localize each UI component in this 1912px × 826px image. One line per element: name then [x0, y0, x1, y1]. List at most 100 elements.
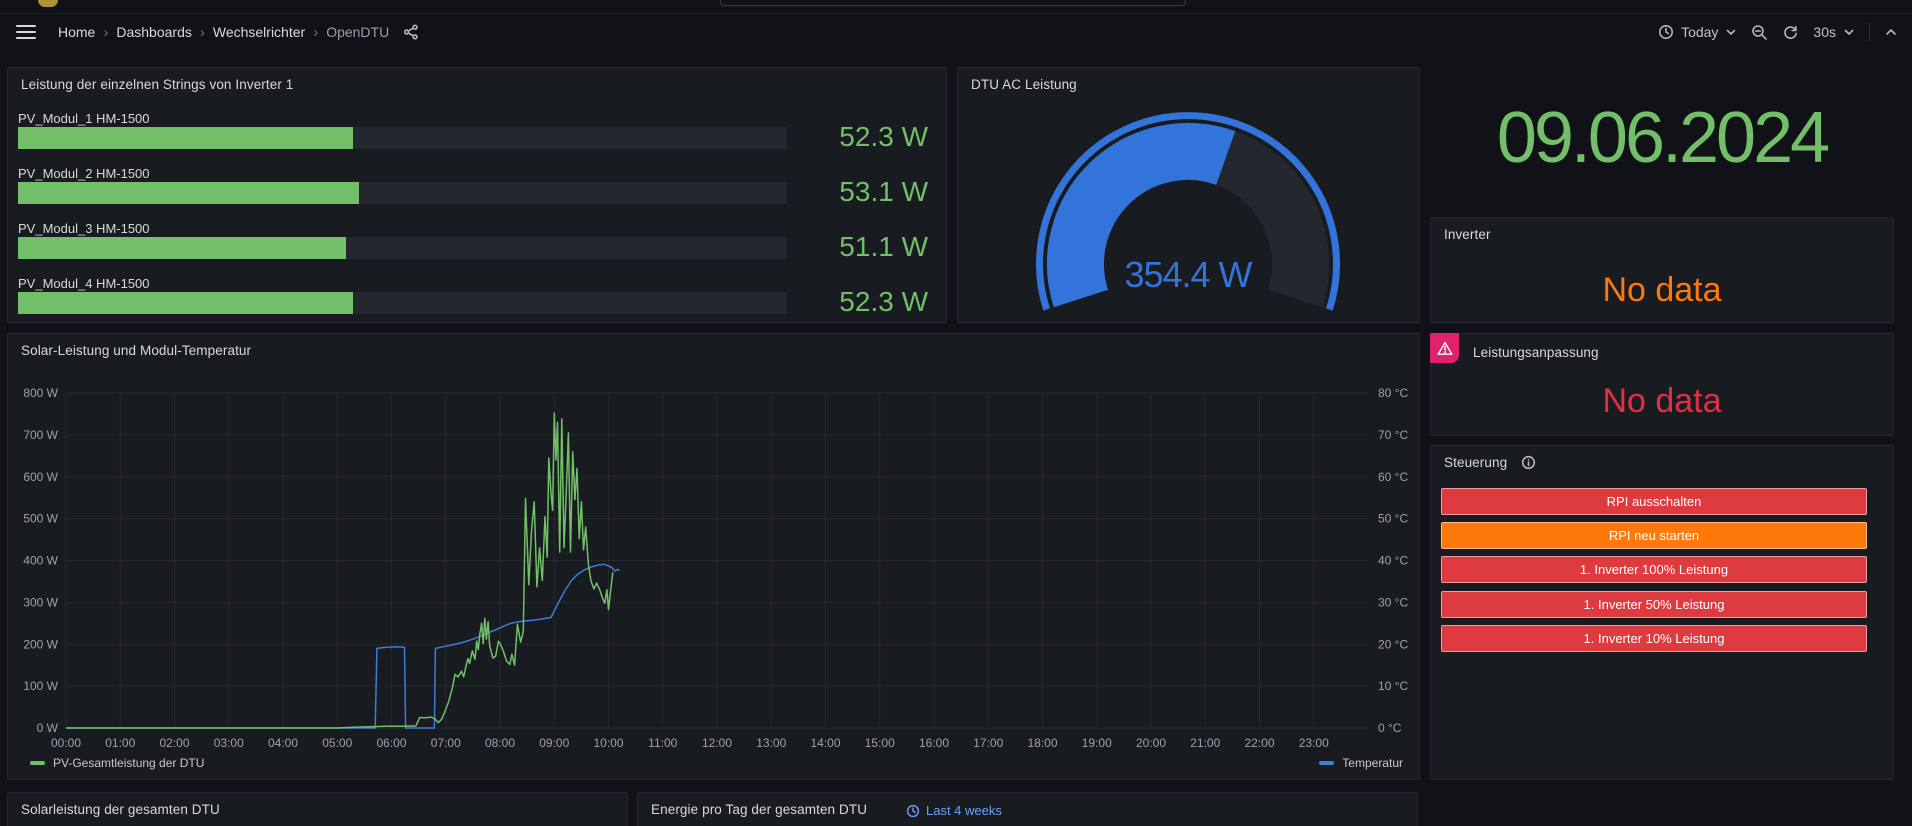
control-button-1[interactable]: RPI ausschalten: [1441, 488, 1867, 515]
time-series-chart: 0 W0 °C100 W10 °C200 W20 °C300 W30 °C400…: [8, 334, 1419, 779]
header-controls: Today 30s: [1658, 23, 1898, 41]
zoom-out-icon[interactable]: [1751, 24, 1768, 41]
breadcrumb-item-wechselrichter[interactable]: Wechselrichter: [213, 24, 305, 40]
svg-text:13:00: 13:00: [756, 736, 786, 750]
chevron-down-icon: [1725, 26, 1737, 38]
info-icon[interactable]: [1521, 455, 1536, 470]
panel-title[interactable]: Leistungsanpassung: [1473, 345, 1599, 360]
svg-text:500 W: 500 W: [23, 512, 58, 526]
grafana-dashboard: Home›Dashboards›Wechselrichter›OpenDTU T…: [0, 0, 1912, 826]
svg-text:11:00: 11:00: [648, 736, 677, 750]
control-button-4[interactable]: 1. Inverter 50% Leistung: [1441, 591, 1867, 618]
bar-gauge-label: PV_Modul_2 HM-1500: [18, 165, 946, 182]
svg-text:40 °C: 40 °C: [1378, 554, 1408, 568]
svg-text:70 °C: 70 °C: [1378, 428, 1408, 442]
bar-gauge-value: 52.3 W: [839, 120, 928, 154]
svg-text:14:00: 14:00: [810, 736, 840, 750]
panel-title[interactable]: Inverter: [1444, 227, 1491, 242]
svg-text:19:00: 19:00: [1082, 736, 1112, 750]
gauge-value: 354.4 W: [1124, 254, 1252, 295]
refresh-interval-picker[interactable]: 30s: [1813, 24, 1855, 40]
legend-label: Temperatur: [1342, 756, 1403, 770]
no-data-text: No data: [1431, 382, 1893, 421]
svg-text:100 W: 100 W: [23, 679, 58, 693]
panel-strings-leistung: Leistung der einzelnen Strings von Inver…: [7, 67, 947, 323]
bar-gauge-value: 53.1 W: [839, 175, 928, 209]
svg-text:01:00: 01:00: [105, 736, 135, 750]
svg-text:800 W: 800 W: [23, 386, 58, 400]
svg-text:23:00: 23:00: [1299, 736, 1329, 750]
panel-title[interactable]: Leistung der einzelnen Strings von Inver…: [21, 77, 293, 92]
svg-text:600 W: 600 W: [23, 470, 58, 484]
legend-label: PV-Gesamtleistung der DTU: [53, 756, 204, 770]
svg-text:21:00: 21:00: [1190, 736, 1220, 750]
panel-solarleistung-gesamt: Solarleistung der gesamten DTU: [7, 792, 628, 826]
svg-text:00:00: 00:00: [51, 736, 81, 750]
svg-text:08:00: 08:00: [485, 736, 515, 750]
svg-text:20 °C: 20 °C: [1378, 637, 1408, 651]
breadcrumb: Home›Dashboards›Wechselrichter›OpenDTU: [58, 24, 389, 41]
legend-item-temperatur[interactable]: Temperatur: [1319, 756, 1403, 770]
svg-text:06:00: 06:00: [376, 736, 406, 750]
bar-gauge-track: [18, 237, 787, 259]
legend-color-dash: [1319, 761, 1334, 765]
svg-text:15:00: 15:00: [865, 736, 895, 750]
panel-title[interactable]: Energie pro Tag der gesamten DTU: [651, 802, 867, 817]
last-4-weeks-link[interactable]: Last 4 weeks: [906, 803, 1002, 818]
breadcrumb-item-opendtu[interactable]: OpenDTU: [326, 24, 389, 40]
panel-leistungsanpassung: Leistungsanpassung No data: [1430, 333, 1894, 436]
svg-text:22:00: 22:00: [1244, 736, 1274, 750]
control-button-5[interactable]: 1. Inverter 10% Leistung: [1441, 625, 1867, 652]
bar-gauge-fill: [18, 237, 346, 259]
panel-title[interactable]: Steuerung: [1444, 455, 1507, 470]
svg-text:07:00: 07:00: [431, 736, 461, 750]
svg-text:05:00: 05:00: [322, 736, 352, 750]
svg-text:400 W: 400 W: [23, 554, 58, 568]
panel-inverter: Inverter No data: [1430, 217, 1894, 323]
breadcrumb-separator: ›: [313, 24, 318, 41]
svg-text:12:00: 12:00: [702, 736, 732, 750]
panel-title[interactable]: Solarleistung der gesamten DTU: [21, 802, 220, 817]
clock-icon: [906, 804, 920, 818]
svg-text:16:00: 16:00: [919, 736, 949, 750]
bar-gauge-value: 51.1 W: [839, 230, 928, 264]
collapse-controls-icon[interactable]: [1884, 25, 1898, 39]
control-button-3[interactable]: 1. Inverter 100% Leistung: [1441, 556, 1867, 583]
panel-title[interactable]: Solar-Leistung und Modul-Temperatur: [21, 343, 251, 358]
svg-text:17:00: 17:00: [973, 736, 1003, 750]
menu-icon[interactable]: [16, 19, 50, 45]
bar-gauge-label: PV_Modul_1 HM-1500: [18, 110, 946, 127]
warning-triangle-icon: [1437, 341, 1453, 356]
bar-gauge-track: [18, 127, 787, 149]
bar-gauge-fill: [18, 127, 353, 149]
svg-text:04:00: 04:00: [268, 736, 298, 750]
link-label: Last 4 weeks: [926, 803, 1002, 818]
svg-text:80 °C: 80 °C: [1378, 386, 1408, 400]
bar-gauge-label: PV_Modul_3 HM-1500: [18, 220, 946, 237]
no-data-text: No data: [1431, 271, 1893, 310]
bar-gauge-label: PV_Modul_4 HM-1500: [18, 275, 946, 292]
bar-gauge-row: PV_Modul_2 HM-150053.1 W: [18, 165, 946, 220]
svg-text:300 W: 300 W: [23, 595, 58, 609]
svg-text:10 °C: 10 °C: [1378, 679, 1408, 693]
refresh-icon[interactable]: [1782, 24, 1799, 41]
legend-item-pv-leistung[interactable]: PV-Gesamtleistung der DTU: [30, 756, 204, 770]
control-button-2[interactable]: RPI neu starten: [1441, 522, 1867, 549]
panel-solar-leistung-chart: 0 W0 °C100 W10 °C200 W20 °C300 W30 °C400…: [7, 333, 1420, 780]
svg-text:0 °C: 0 °C: [1378, 721, 1402, 735]
breadcrumb-separator: ›: [200, 24, 205, 41]
clock-icon: [1658, 24, 1674, 40]
search-input[interactable]: [720, 0, 1186, 6]
time-range-picker[interactable]: Today: [1658, 24, 1737, 40]
bar-gauge-row: PV_Modul_1 HM-150052.3 W: [18, 110, 946, 165]
bar-gauge-fill: [18, 182, 359, 204]
bar-gauge-value: 52.3 W: [839, 285, 928, 319]
breadcrumb-item-home[interactable]: Home: [58, 24, 95, 40]
svg-text:03:00: 03:00: [214, 736, 244, 750]
share-icon[interactable]: [403, 24, 419, 40]
panel-alert-badge[interactable]: [1430, 333, 1459, 363]
top-nav-strip: [0, 0, 1912, 14]
breadcrumb-item-dashboards[interactable]: Dashboards: [116, 24, 192, 40]
svg-text:18:00: 18:00: [1027, 736, 1057, 750]
svg-text:50 °C: 50 °C: [1378, 512, 1408, 526]
